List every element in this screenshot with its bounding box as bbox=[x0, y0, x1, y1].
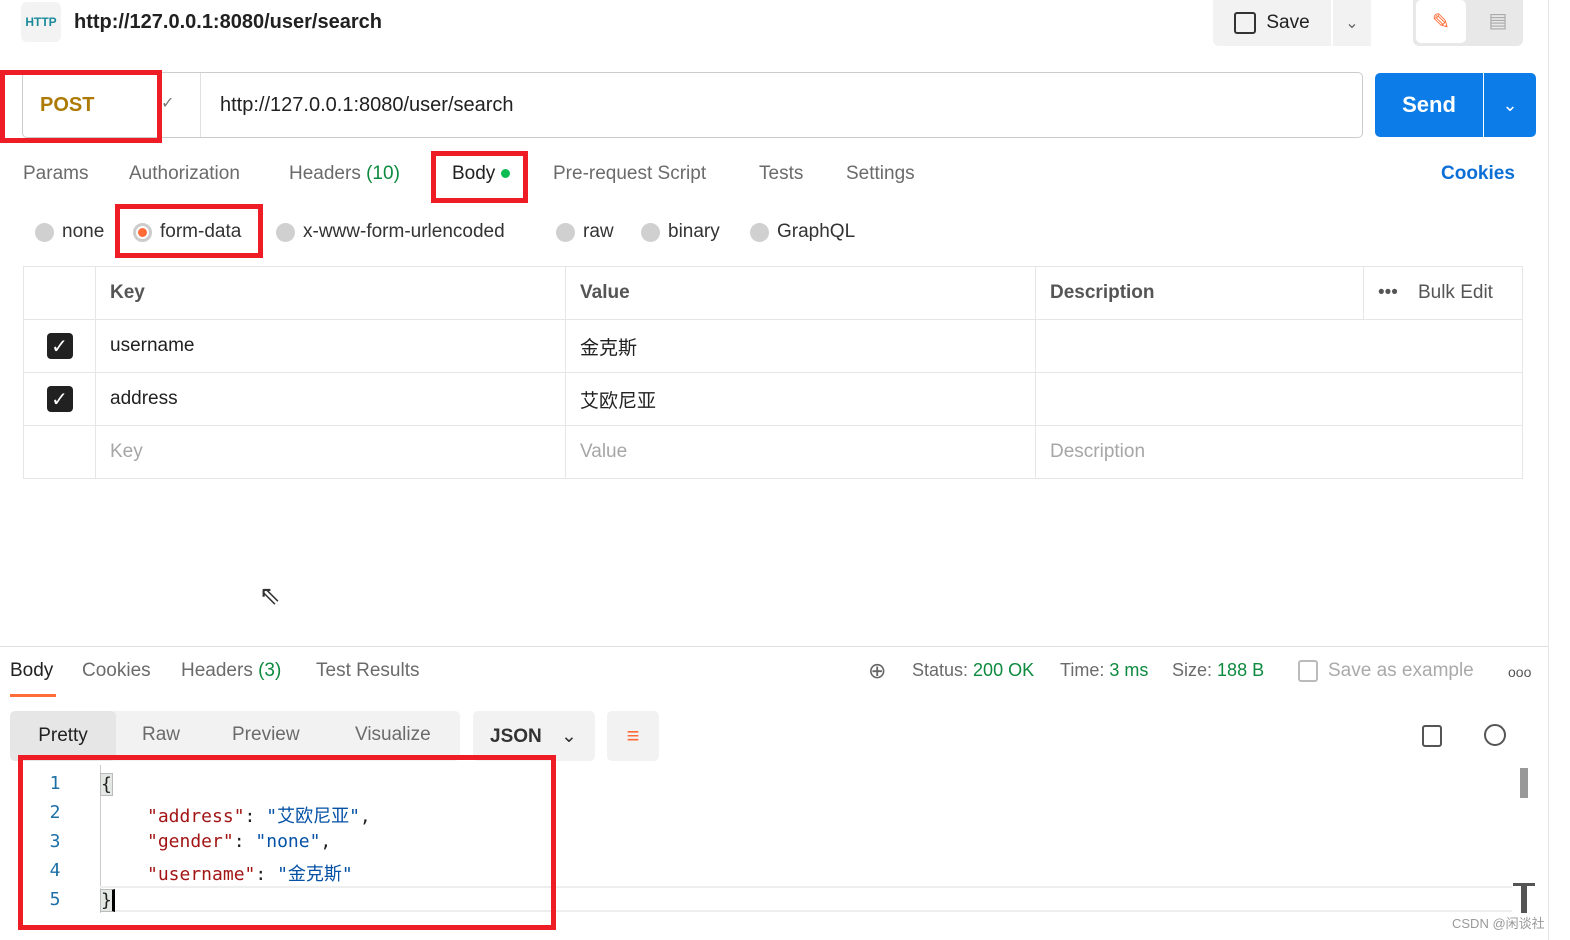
response-tab-headers[interactable]: Headers (3) bbox=[181, 660, 281, 682]
chevron-down-icon: ✓ bbox=[161, 95, 175, 112]
value-cell[interactable]: 艾欧尼亚 bbox=[565, 372, 1036, 426]
value-placeholder[interactable]: Value bbox=[565, 425, 1036, 479]
cookies-link[interactable]: Cookies bbox=[1441, 163, 1515, 185]
search-icon[interactable] bbox=[1484, 724, 1506, 746]
divider bbox=[0, 646, 1548, 647]
view-raw[interactable]: Raw bbox=[142, 724, 180, 746]
editor-resize-handle[interactable] bbox=[1513, 883, 1535, 913]
watermark: CSDN @闲谈社 bbox=[1452, 916, 1545, 931]
tab-params[interactable]: Params bbox=[23, 163, 88, 185]
wrap-lines-icon[interactable]: ≡ bbox=[607, 711, 659, 761]
view-preview[interactable]: Preview bbox=[232, 724, 300, 746]
view-visualize[interactable]: Visualize bbox=[355, 724, 431, 746]
view-pretty[interactable]: Pretty bbox=[10, 711, 116, 761]
send-button[interactable]: Send bbox=[1375, 73, 1483, 137]
tab-authorization[interactable]: Authorization bbox=[129, 163, 240, 185]
send-dropdown-button[interactable]: ⌄ bbox=[1484, 73, 1536, 137]
globe-icon[interactable]: ⊕ bbox=[868, 658, 886, 684]
time-readout: Time: 3 ms bbox=[1060, 660, 1149, 680]
description-placeholder[interactable]: Description bbox=[1035, 425, 1523, 479]
description-cell[interactable] bbox=[1035, 319, 1523, 373]
save-as-example-button[interactable]: Save as example bbox=[1298, 660, 1474, 682]
copy-icon[interactable] bbox=[1422, 725, 1442, 747]
bulk-edit-button[interactable]: Bulk Edit bbox=[1418, 282, 1493, 303]
table-header-row: Key Value Description ••• Bulk Edit bbox=[23, 266, 1523, 320]
code-line: "address": "艾欧尼亚", bbox=[147, 806, 371, 827]
column-key: Key bbox=[95, 266, 566, 320]
tab-tests[interactable]: Tests bbox=[759, 163, 803, 185]
http-icon: HTTP bbox=[21, 2, 61, 42]
table-row: ✓ address 艾欧尼亚 bbox=[23, 372, 1523, 426]
current-line-highlight bbox=[100, 886, 1512, 912]
more-icon[interactable]: ••• bbox=[1378, 282, 1398, 303]
request-title: http://127.0.0.1:8080/user/search bbox=[74, 11, 382, 33]
form-data-table: Key Value Description ••• Bulk Edit ✓ use… bbox=[23, 266, 1523, 479]
column-description: Description bbox=[1035, 266, 1364, 320]
description-cell[interactable] bbox=[1035, 372, 1523, 426]
row-checkbox[interactable]: ✓ bbox=[46, 333, 73, 359]
radio-none[interactable]: none bbox=[35, 221, 104, 243]
url-bar: POST ✓ bbox=[22, 72, 1363, 138]
radio-binary[interactable]: binary bbox=[641, 221, 720, 243]
format-select[interactable]: JSON ⌄ bbox=[473, 711, 595, 761]
code-line: { bbox=[100, 773, 113, 796]
active-tab-indicator bbox=[10, 694, 56, 697]
radio-raw[interactable]: raw bbox=[556, 221, 614, 243]
value-cell[interactable]: 金克斯 bbox=[565, 319, 1036, 373]
method-select[interactable]: POST ✓ bbox=[23, 73, 201, 137]
key-cell[interactable]: username bbox=[95, 319, 566, 373]
code-line: "gender": "none", bbox=[147, 831, 332, 852]
url-input[interactable] bbox=[220, 89, 1320, 121]
save-icon bbox=[1234, 12, 1257, 34]
size-readout: Size: 188 B bbox=[1172, 660, 1265, 680]
response-tab-body[interactable]: Body bbox=[10, 660, 53, 682]
save-icon bbox=[1298, 660, 1318, 682]
code-line: } bbox=[100, 889, 115, 912]
comment-icon[interactable]: ▤ bbox=[1473, 0, 1523, 43]
radio-graphql[interactable]: GraphQL bbox=[750, 221, 855, 243]
status-readout: Status: 200 OK bbox=[912, 660, 1035, 680]
row-checkbox[interactable]: ✓ bbox=[46, 386, 73, 412]
code-line: "username": "金克斯" bbox=[147, 864, 353, 885]
tab-pre-request-script[interactable]: Pre-request Script bbox=[553, 163, 706, 185]
chevron-down-icon: ⌄ bbox=[561, 726, 577, 747]
mouse-cursor-icon: ⇖ bbox=[259, 580, 281, 610]
radio-form-data[interactable]: form-data bbox=[133, 221, 241, 243]
key-cell[interactable]: address bbox=[95, 372, 566, 426]
save-button[interactable]: Save bbox=[1213, 0, 1331, 46]
edit-pencil-icon[interactable]: ✎ bbox=[1416, 0, 1466, 43]
save-dropdown-button[interactable]: ⌄ bbox=[1333, 0, 1371, 46]
tab-body[interactable]: Body bbox=[452, 163, 510, 185]
scroll-edge bbox=[1548, 0, 1549, 940]
tab-settings[interactable]: Settings bbox=[846, 163, 915, 185]
modified-dot-icon bbox=[500, 169, 510, 179]
table-row: ✓ username 金克斯 bbox=[23, 319, 1523, 373]
editor-scrollbar[interactable] bbox=[1520, 768, 1528, 798]
table-row-new: Key Value Description bbox=[23, 425, 1523, 479]
mode-toggle: ✎ ▤ bbox=[1413, 0, 1523, 46]
radio-x-www-form-urlencoded[interactable]: x-www-form-urlencoded bbox=[276, 221, 505, 243]
view-tabs: Pretty Raw Preview Visualize bbox=[10, 711, 460, 761]
tab-headers[interactable]: Headers (10) bbox=[289, 163, 400, 185]
key-placeholder[interactable]: Key bbox=[95, 425, 566, 479]
column-value: Value bbox=[565, 266, 1036, 320]
response-tab-test-results[interactable]: Test Results bbox=[316, 660, 419, 682]
response-tab-cookies[interactable]: Cookies bbox=[82, 660, 151, 682]
more-options-icon[interactable]: ooo bbox=[1508, 664, 1531, 680]
